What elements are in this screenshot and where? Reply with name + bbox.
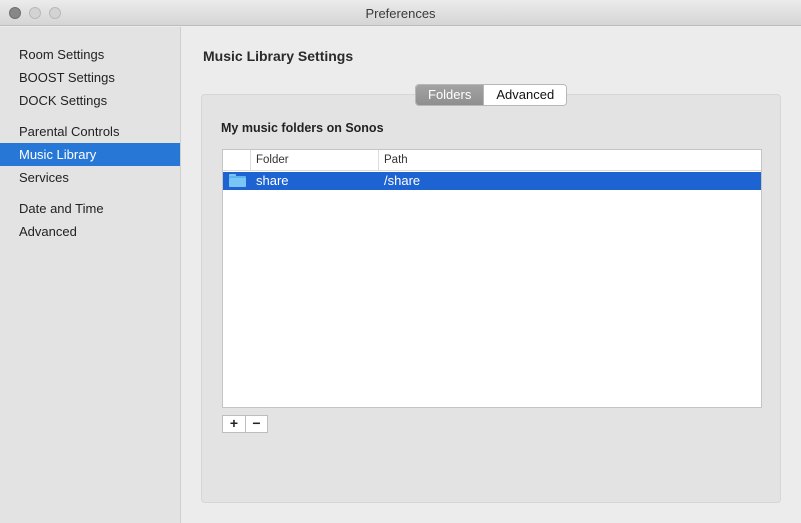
sidebar-item-date-and-time[interactable]: Date and Time [0, 197, 180, 220]
main-content: Music Library Settings Folders Advanced … [181, 27, 801, 523]
title-bar[interactable]: Preferences [0, 0, 801, 26]
tab-bar: Folders Advanced [415, 84, 568, 106]
add-remove-control: + − [222, 415, 268, 433]
folder-icon [229, 174, 246, 187]
sidebar-item-advanced[interactable]: Advanced [0, 220, 180, 243]
add-folder-button[interactable]: + [223, 416, 245, 432]
column-header-folder[interactable]: Folder [251, 150, 379, 171]
sidebar-item-music-library[interactable]: Music Library [0, 143, 180, 166]
sidebar-item-services[interactable]: Services [0, 166, 180, 189]
tab-folders[interactable]: Folders [416, 85, 484, 105]
folders-table: Folder Path share /share [222, 149, 762, 408]
sidebar-item-room-settings[interactable]: Room Settings [0, 43, 180, 66]
page-title: Music Library Settings [203, 48, 354, 64]
sidebar-item-boost-settings[interactable]: BOOST Settings [0, 66, 180, 89]
tab-advanced[interactable]: Advanced [483, 85, 567, 105]
preferences-window: Preferences Room Settings BOOST Settings… [0, 0, 801, 523]
sidebar-item-dock-settings[interactable]: DOCK Settings [0, 89, 180, 112]
sidebar-item-parental-controls[interactable]: Parental Controls [0, 120, 180, 143]
window-title: Preferences [365, 6, 436, 21]
column-header-icon[interactable] [223, 150, 251, 171]
row-folder-name: share [256, 173, 289, 188]
folders-panel: My music folders on Sonos Folder Path sh… [201, 94, 781, 503]
remove-folder-button[interactable]: − [245, 416, 267, 432]
sidebar: Room Settings BOOST Settings DOCK Settin… [0, 27, 181, 523]
table-row[interactable]: share /share [223, 172, 761, 190]
section-label: My music folders on Sonos [221, 121, 384, 135]
row-path: /share [384, 173, 421, 188]
table-header: Folder Path [223, 150, 761, 171]
column-header-path[interactable]: Path [379, 150, 761, 171]
